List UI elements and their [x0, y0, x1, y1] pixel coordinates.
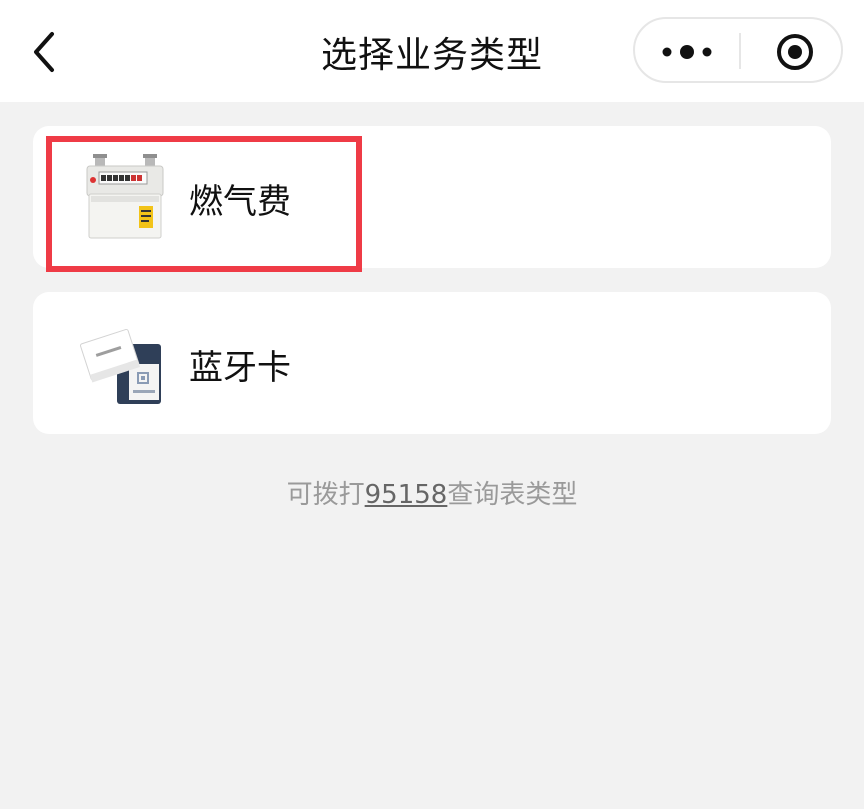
- hint-suffix: 查询表类型: [447, 480, 578, 510]
- more-button[interactable]: [635, 19, 739, 81]
- target-close-icon: [777, 34, 813, 70]
- nav-bar: 选择业务类型: [0, 0, 864, 102]
- gas-fee-label: 燃气费: [189, 182, 291, 222]
- hint-text: 可拨打95158查询表类型: [0, 474, 864, 511]
- back-button[interactable]: [22, 22, 72, 82]
- chevron-left-icon: [34, 32, 54, 72]
- hint-prefix: 可拨打: [286, 480, 365, 510]
- phone-link[interactable]: 95158: [365, 480, 448, 510]
- bluetooth-card-icon: [80, 328, 161, 404]
- bluetooth-card-card[interactable]: 蓝牙卡: [33, 292, 831, 434]
- close-button[interactable]: [741, 19, 841, 81]
- mini-program-capsule: [633, 17, 843, 83]
- gas-fee-card[interactable]: 燃气费: [33, 126, 831, 268]
- bluetooth-card-label: 蓝牙卡: [189, 348, 291, 388]
- more-dots-icon: [662, 45, 712, 59]
- gas-meter-icon: [86, 154, 164, 239]
